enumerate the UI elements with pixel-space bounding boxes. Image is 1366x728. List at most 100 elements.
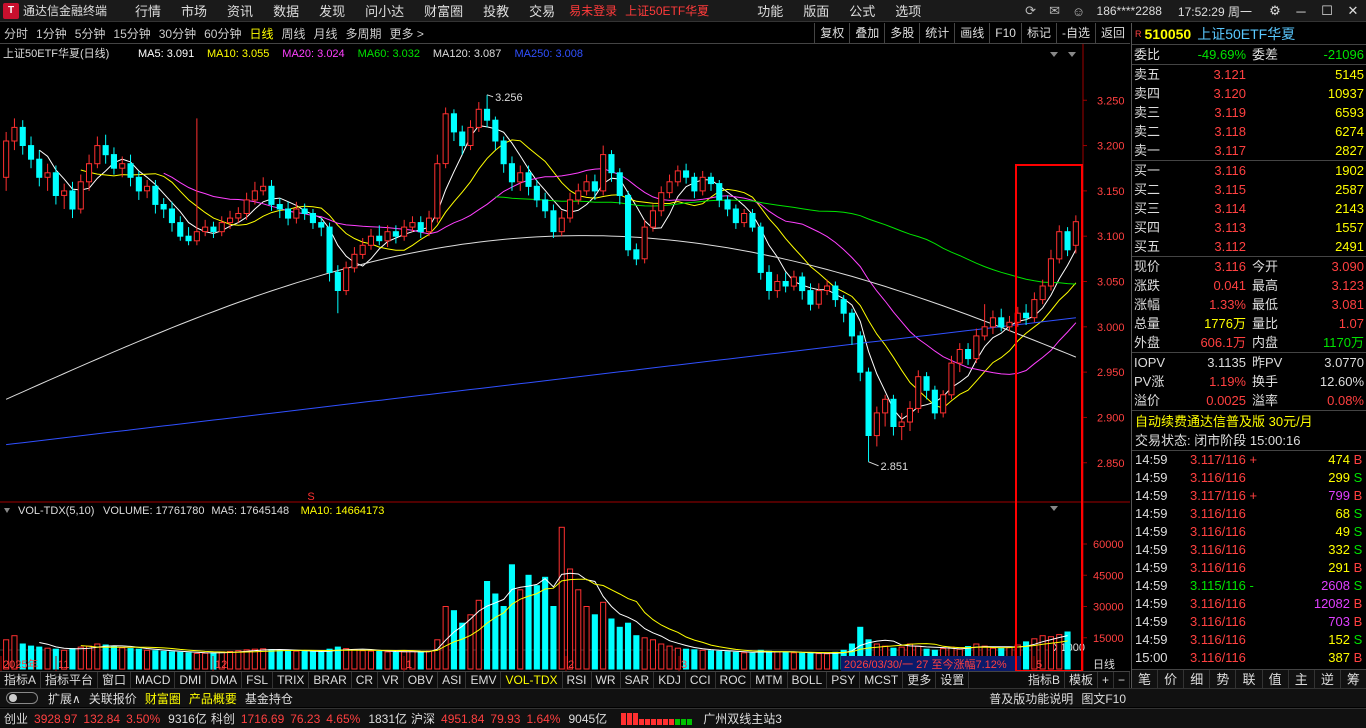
settings-icon[interactable]: ⚙ <box>1262 3 1288 19</box>
maximize-icon[interactable]: ☐ <box>1314 3 1340 19</box>
user-icon[interactable]: ☺ <box>1067 4 1091 19</box>
indicator-tab[interactable]: BOLL <box>788 672 828 688</box>
quote-tab[interactable]: 筹 <box>1341 670 1366 688</box>
chart-tool-button[interactable]: F10 <box>989 23 1021 44</box>
indicator-tab[interactable]: OBV <box>404 672 439 688</box>
indicator-right-button[interactable]: 模板 <box>1065 672 1098 688</box>
indicator-tab[interactable]: FSL <box>242 672 274 688</box>
period-tab[interactable]: 30分钟 <box>155 25 200 42</box>
indicator-right-button[interactable]: + <box>1098 672 1114 688</box>
period-tab[interactable]: 多周期 <box>342 25 386 42</box>
indicator-tab[interactable]: CR <box>352 672 379 688</box>
indicator-tab[interactable]: TRIX <box>273 672 310 688</box>
kline-chart[interactable]: 3.250 3.200 3.150 3.100 3.050 3.000 2.950 2.900… <box>0 44 1130 671</box>
indicator-right-button[interactable]: − <box>1114 672 1130 688</box>
period-tab[interactable]: 1分钟 <box>32 25 71 42</box>
book-row[interactable]: 卖二 3.118 6274 <box>1132 122 1366 141</box>
period-tab[interactable]: 周线 <box>277 25 309 42</box>
book-row[interactable]: 买五 3.112 2491 <box>1132 237 1366 256</box>
menu-item[interactable]: 投教 <box>473 1 519 20</box>
indicator-tab[interactable]: BRAR <box>309 672 352 688</box>
indicator-tab[interactable]: 指标A <box>0 672 42 688</box>
period-tab[interactable]: 5分钟 <box>71 25 110 42</box>
menu-item[interactable]: 问小达 <box>355 1 414 20</box>
indicator-tab[interactable]: VR <box>378 672 404 688</box>
menu-item[interactable]: 市场 <box>171 1 217 20</box>
quote-tab[interactable]: 价 <box>1158 670 1185 688</box>
indicator-tab[interactable]: DMA <box>206 672 243 688</box>
book-row[interactable]: 买二 3.115 2587 <box>1132 180 1366 199</box>
period-tab[interactable]: 更多 > <box>386 25 428 42</box>
period-tab[interactable]: 月线 <box>310 25 342 42</box>
bottom-link[interactable]: 关联报价 <box>85 690 141 707</box>
chart-tool-button[interactable]: 复权 <box>814 23 849 44</box>
current-security-link[interactable]: 上证50ETF华夏 <box>621 2 713 19</box>
menu-item[interactable]: 选项 <box>885 1 931 20</box>
quote-tab[interactable]: 主 <box>1289 670 1315 688</box>
menu-item[interactable]: 功能 <box>747 1 793 20</box>
indicator-tab[interactable]: ASI <box>438 672 467 688</box>
indicator-tab[interactable]: PSY <box>827 672 861 688</box>
minimize-icon[interactable]: ─ <box>1288 4 1314 19</box>
period-tab[interactable]: 60分钟 <box>200 25 245 42</box>
book-row[interactable]: 卖三 3.119 6593 <box>1132 103 1366 122</box>
indicator-tab[interactable]: MTM <box>751 672 788 688</box>
mail-icon[interactable]: ✉ <box>1043 3 1067 19</box>
quote-tab[interactable]: 笔 <box>1132 670 1159 688</box>
indicator-tab[interactable]: SAR <box>621 672 655 688</box>
indicator-tab[interactable]: RSI <box>563 672 592 688</box>
quote-tab[interactable]: 逆 <box>1315 670 1341 688</box>
indicator-tab[interactable]: EMV <box>466 672 502 688</box>
book-row[interactable]: 买四 3.113 1557 <box>1132 218 1366 237</box>
menu-item[interactable]: 资讯 <box>217 1 263 20</box>
period-tab[interactable]: 15分钟 <box>109 25 154 42</box>
promo-banner[interactable]: 自动续费通达信普及版 30元/月 <box>1132 410 1366 431</box>
quote-tab[interactable]: 细 <box>1184 670 1211 688</box>
bottom-link[interactable]: 基金持仓 <box>241 690 297 707</box>
close-icon[interactable]: ✕ <box>1340 3 1366 19</box>
indicator-tab[interactable]: KDJ <box>654 672 686 688</box>
bottom-link[interactable]: 产品概要 <box>185 690 241 707</box>
book-row[interactable]: 买三 3.114 2143 <box>1132 199 1366 218</box>
period-tab[interactable]: 日线 <box>245 25 277 42</box>
chart-tool-button[interactable]: 叠加 <box>849 23 884 44</box>
indicator-tab[interactable]: VOL-TDX <box>501 672 563 688</box>
bottom-right-link[interactable]: 普及版功能说明 <box>985 690 1077 707</box>
indicator-tab[interactable]: CCI <box>686 672 716 688</box>
quote-tab[interactable]: 值 <box>1263 670 1289 688</box>
indicator-tab[interactable]: WR <box>592 672 621 688</box>
book-row[interactable]: 卖四 3.120 10937 <box>1132 84 1366 103</box>
menu-item[interactable]: 公式 <box>839 1 885 20</box>
refresh-icon[interactable]: ⟳ <box>1019 3 1043 19</box>
menu-item[interactable]: 数据 <box>263 1 309 20</box>
toggle-switch[interactable] <box>6 692 38 704</box>
chart-tool-button[interactable]: 画线 <box>954 23 989 44</box>
bottom-link[interactable]: 扩展∧ <box>44 690 85 707</box>
period-tab[interactable]: 分时 <box>0 25 32 42</box>
quote-tab[interactable]: 联 <box>1236 670 1263 688</box>
quote-tab[interactable]: 势 <box>1210 670 1237 688</box>
chart-tool-button[interactable]: -自选 <box>1055 23 1095 44</box>
chart-tool-button[interactable]: 统计 <box>919 23 954 44</box>
login-link[interactable]: 易未登录 <box>565 2 621 19</box>
chart-tool-button[interactable]: 返回 <box>1094 23 1130 44</box>
book-row[interactable]: 卖五 3.121 5145 <box>1132 65 1366 84</box>
menu-item[interactable]: 财富圈 <box>414 1 473 20</box>
bottom-link[interactable]: 财富圈 <box>141 690 185 707</box>
indicator-right-button[interactable]: 指标B <box>1024 672 1065 688</box>
book-row[interactable]: 买一 3.116 1902 <box>1132 161 1366 180</box>
server-label[interactable]: 广州双线主站3 <box>703 710 782 727</box>
indicator-tab[interactable]: 更多 <box>903 672 937 688</box>
menu-item[interactable]: 发现 <box>309 1 355 20</box>
indicator-tab[interactable]: 指标平台 <box>41 672 99 688</box>
bottom-right-link[interactable]: 图文F10 <box>1077 690 1130 707</box>
book-row[interactable]: 卖一 3.117 2827 <box>1132 141 1366 160</box>
menu-item[interactable]: 行情 <box>125 1 171 20</box>
chart-tool-button[interactable]: 多股 <box>884 23 919 44</box>
indicator-tab[interactable]: 设置 <box>936 672 970 688</box>
menu-item[interactable]: 交易 <box>519 1 565 20</box>
indicator-tab[interactable]: ROC <box>716 672 752 688</box>
indicator-tab[interactable]: MACD <box>131 672 176 688</box>
chart-tool-button[interactable]: 标记 <box>1020 23 1056 44</box>
indicator-tab[interactable]: MCST <box>860 672 904 688</box>
